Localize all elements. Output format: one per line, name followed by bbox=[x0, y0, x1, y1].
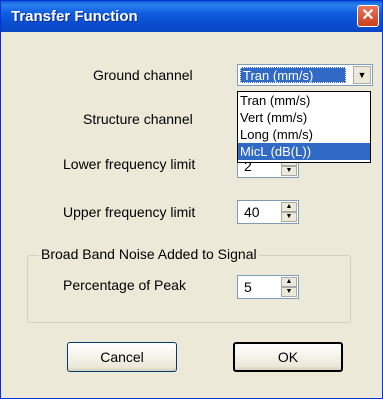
spin-up-button[interactable]: ▲ bbox=[281, 202, 297, 212]
ground-channel-label: Ground channel bbox=[93, 67, 193, 83]
ground-channel-value: Tran (mm/s) bbox=[240, 67, 346, 83]
close-icon: ✕ bbox=[361, 7, 375, 24]
broadband-noise-group-title: Broad Band Noise Added to Signal bbox=[39, 246, 259, 262]
window-title: Transfer Function bbox=[11, 8, 138, 25]
ground-channel-dropdown-list: Tran (mm/s) Vert (mm/s) Long (mm/s) MicL… bbox=[237, 91, 371, 163]
structure-channel-label: Structure channel bbox=[83, 111, 193, 127]
dropdown-option-tran[interactable]: Tran (mm/s) bbox=[238, 92, 370, 109]
upper-frequency-label: Upper frequency limit bbox=[63, 204, 196, 220]
percentage-peak-value: 5 bbox=[244, 279, 252, 295]
spin-up-button[interactable]: ▲ bbox=[281, 277, 297, 287]
ok-button[interactable]: OK bbox=[233, 342, 343, 372]
spin-down-button[interactable]: ▼ bbox=[281, 166, 297, 176]
ground-channel-select[interactable]: Tran (mm/s) ▼ bbox=[237, 64, 373, 86]
dropdown-option-micl[interactable]: MicL (dB(L)) bbox=[238, 143, 370, 160]
chevron-down-icon: ▼ bbox=[357, 70, 367, 80]
spin-down-button[interactable]: ▼ bbox=[281, 287, 297, 297]
percentage-peak-label: Percentage of Peak bbox=[63, 277, 186, 293]
percentage-peak-spinner[interactable]: 5 ▲ ▼ bbox=[237, 275, 299, 299]
spin-down-button[interactable]: ▼ bbox=[281, 212, 297, 222]
cancel-button[interactable]: Cancel bbox=[67, 342, 177, 372]
close-button[interactable]: ✕ bbox=[357, 5, 379, 27]
title-bar[interactable]: Transfer Function ✕ bbox=[1, 1, 382, 32]
dropdown-option-vert[interactable]: Vert (mm/s) bbox=[238, 109, 370, 126]
dropdown-arrow-button[interactable]: ▼ bbox=[353, 66, 371, 84]
lower-frequency-label: Lower frequency limit bbox=[63, 156, 196, 172]
dropdown-option-long[interactable]: Long (mm/s) bbox=[238, 126, 370, 143]
upper-frequency-value: 40 bbox=[244, 204, 260, 220]
upper-frequency-spinner[interactable]: 40 ▲ ▼ bbox=[237, 200, 299, 224]
transfer-function-dialog: Transfer Function ✕ Ground channel Tran … bbox=[0, 0, 383, 399]
